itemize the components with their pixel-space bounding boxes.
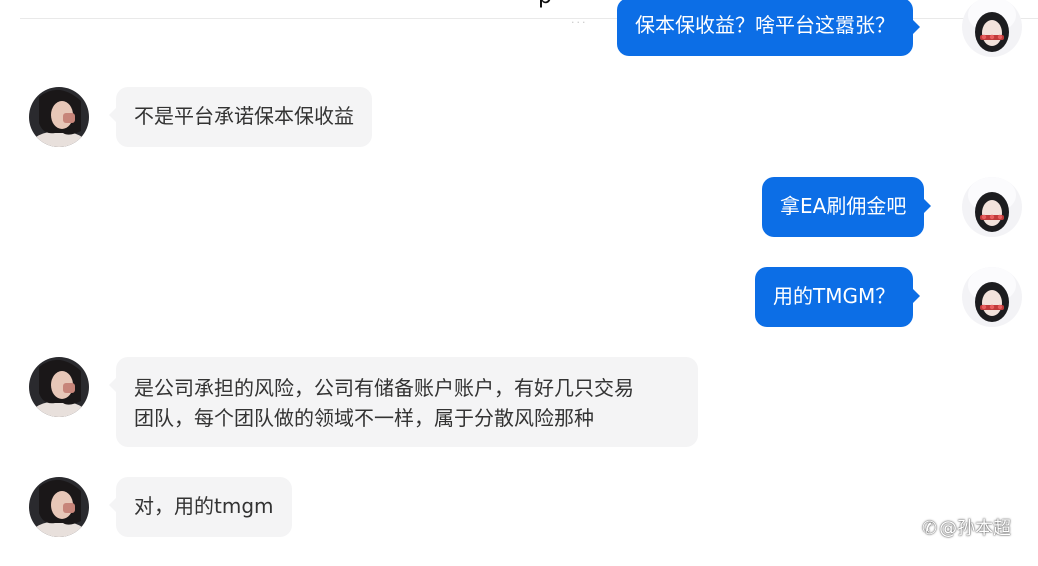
avatar-image	[962, 177, 1022, 237]
outgoing-message-bubble[interactable]: 用的TMGM？	[755, 267, 921, 327]
contact-avatar[interactable]	[29, 357, 89, 417]
avatar-image	[962, 0, 1022, 57]
avatar-image	[29, 87, 89, 147]
watermark-text: @孙本超	[939, 518, 1012, 539]
my-avatar[interactable]	[962, 177, 1022, 237]
incoming-message-bubble[interactable]: 对，用的tmgm	[109, 477, 292, 537]
my-avatar[interactable]	[962, 267, 1022, 327]
outgoing-message-bubble[interactable]: 拿EA刷佣金吧	[762, 177, 932, 237]
chat-screen: p ··· 保本保收益？啥平台这嚣张？ 不是平台承诺保本保收益 拿EA刷	[0, 0, 1038, 566]
outgoing-message-bubble[interactable]: 保本保收益？啥平台这嚣张？	[617, 0, 920, 56]
watermark: ✆ @孙本超	[922, 514, 1011, 540]
avatar-image	[29, 357, 89, 417]
message-text-line: 是公司承担的风险，公司有储备账户账户，有好几只交易	[134, 376, 634, 400]
message-text: 拿EA刷佣金吧	[780, 194, 907, 218]
contact-avatar[interactable]	[29, 477, 89, 537]
incoming-message-bubble[interactable]: 不是平台承诺保本保收益	[109, 87, 372, 147]
zhihu-logo-icon: ✆	[922, 518, 938, 539]
message-text: 对，用的tmgm	[134, 494, 274, 518]
message-text-line: 团队，每个团队做的领域不一样，属于分散风险那种	[134, 406, 594, 430]
my-avatar[interactable]	[962, 0, 1022, 57]
avatar-image	[962, 267, 1022, 327]
contact-avatar[interactable]	[29, 87, 89, 147]
message-text: 用的TMGM？	[773, 284, 896, 308]
message-text: 不是平台承诺保本保收益	[134, 104, 354, 128]
more-dots-icon: ···	[571, 16, 588, 29]
message-text: 保本保收益？啥平台这嚣张？	[635, 13, 895, 37]
header-cut-off-text: p	[538, 0, 552, 8]
incoming-message-bubble[interactable]: 是公司承担的风险，公司有储备账户账户，有好几只交易 团队，每个团队做的领域不一样…	[109, 357, 698, 447]
avatar-image	[29, 477, 89, 537]
